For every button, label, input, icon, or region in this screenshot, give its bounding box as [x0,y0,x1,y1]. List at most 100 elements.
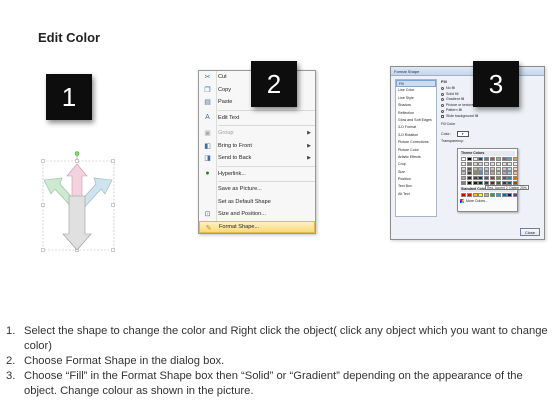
nav-item[interactable]: Size [396,169,436,176]
theme-color-swatch[interactable] [513,161,519,166]
menu-item-group[interactable]: ▣ Group ▶ [199,127,315,140]
standard-color-swatch[interactable] [461,192,466,197]
menu-item-label: Save as Picture... [218,186,262,193]
instruction-item: 1. Select the shape to change the color … [6,324,554,354]
nav-item[interactable]: Alt Text [396,191,436,198]
nav-item[interactable]: 3-D Format [396,124,436,131]
standard-color-swatch[interactable] [484,192,490,197]
nav-item[interactable]: Artistic Effects [396,154,436,161]
theme-color-swatch[interactable] [513,166,519,171]
nav-item[interactable]: Crop [396,161,436,168]
more-colors-item[interactable]: More Colors... [460,199,515,204]
nav-item[interactable]: Text Box [396,183,436,190]
theme-color-swatch[interactable] [501,161,507,166]
theme-color-swatch[interactable] [461,157,466,161]
theme-color-swatch[interactable] [472,171,478,176]
theme-color-swatch[interactable] [484,166,490,171]
theme-color-swatch[interactable] [484,171,490,176]
theme-color-swatch[interactable] [478,157,484,161]
theme-color-swatch[interactable] [484,157,490,161]
theme-color-swatch[interactable] [461,161,466,166]
nav-item[interactable]: Picture Color [396,147,436,154]
theme-color-swatch[interactable] [466,176,472,181]
nav-item[interactable]: 3-D Rotation [396,132,436,139]
menu-item-send-to-back[interactable]: ◨ Send to Back ▶ [199,152,315,165]
standard-color-swatch[interactable] [489,192,495,197]
theme-color-swatch[interactable] [489,157,495,161]
nav-item-fill[interactable]: Fill [396,80,436,88]
theme-color-swatch[interactable] [513,176,519,181]
theme-color-swatch[interactable] [461,171,466,176]
nav-item[interactable]: Glow and Soft Edges [396,117,436,124]
theme-color-swatch[interactable] [466,161,472,166]
theme-color-swatch[interactable] [507,157,513,161]
theme-color-swatch[interactable] [478,161,484,166]
theme-color-swatch[interactable] [461,166,466,171]
theme-color-swatch[interactable] [472,180,478,185]
theme-color-swatch[interactable] [484,161,490,166]
theme-color-swatch[interactable] [489,166,495,171]
standard-color-swatch[interactable] [466,192,472,197]
theme-color-swatch[interactable] [501,176,507,181]
theme-color-swatch[interactable] [466,166,472,171]
theme-color-swatch[interactable] [489,176,495,181]
theme-color-swatch[interactable] [501,157,507,161]
menu-item-edit-text[interactable]: A Edit Text [199,112,315,125]
menu-item-hyperlink[interactable]: ● Hyperlink... [199,168,315,181]
standard-color-swatch[interactable] [495,192,501,197]
arrow-shape[interactable] [40,150,120,260]
nav-item[interactable]: Position [396,176,436,183]
fill-color-label: Fill Color [441,121,456,126]
nav-item[interactable]: Picture Corrections [396,139,436,146]
standard-color-swatch[interactable] [501,192,507,197]
theme-color-swatch[interactable] [507,171,513,176]
standard-color-swatch[interactable] [478,192,484,197]
theme-color-swatch[interactable] [478,176,484,181]
step-badge-3: 3 [473,61,519,107]
color-dropdown-button[interactable]: ▾ [456,130,469,137]
standard-color-swatch[interactable] [513,192,519,197]
theme-color-swatch[interactable] [513,157,519,161]
theme-color-swatch[interactable] [461,176,466,181]
menu-item-set-default-shape[interactable]: Set as Default Shape [199,196,315,209]
theme-color-swatch[interactable] [478,171,484,176]
theme-color-swatch[interactable] [513,171,519,176]
nav-item[interactable]: Reflection [396,110,436,117]
theme-color-swatch[interactable] [466,157,472,161]
theme-color-swatch[interactable] [495,171,501,176]
nav-item[interactable]: Shadow [396,102,436,109]
fill-option-slide-bg[interactable]: Slide background fill [441,114,540,120]
theme-color-swatch[interactable] [495,157,501,161]
theme-color-swatch[interactable] [472,176,478,181]
standard-color-swatch[interactable] [507,192,513,197]
theme-color-swatch[interactable] [484,176,490,181]
theme-color-swatch[interactable] [489,171,495,176]
color-picker-row: Color: ▾ [441,130,540,137]
theme-color-swatch[interactable] [478,180,484,185]
theme-color-swatch[interactable] [501,166,507,171]
theme-color-swatch[interactable] [478,166,484,171]
nav-item[interactable]: Line Color [396,87,436,94]
menu-item-bring-to-front[interactable]: ◧ Bring to Front ▶ [199,140,315,153]
theme-color-swatch[interactable] [489,161,495,166]
nav-item[interactable]: Line Style [396,95,436,102]
menu-item-save-as-picture[interactable]: Save as Picture... [199,183,315,196]
theme-color-swatch[interactable] [495,161,501,166]
theme-color-swatch[interactable] [495,166,501,171]
theme-color-swatch[interactable] [472,161,478,166]
close-button[interactable]: Close [520,228,540,236]
theme-color-swatch[interactable] [461,180,466,185]
more-colors-label: More Colors... [466,198,488,203]
theme-color-swatch[interactable] [466,171,472,176]
theme-color-swatch[interactable] [507,166,513,171]
theme-color-swatch[interactable] [495,176,501,181]
standard-color-swatch[interactable] [472,192,478,197]
menu-item-size-position[interactable]: ⊡ Size and Position... [199,208,315,221]
theme-color-swatch[interactable] [472,166,478,171]
theme-color-swatch[interactable] [472,157,478,161]
theme-color-swatch[interactable] [507,161,513,166]
theme-color-swatch[interactable] [501,171,507,176]
theme-color-swatch[interactable] [466,180,472,185]
theme-color-swatch[interactable] [507,176,513,181]
menu-item-format-shape[interactable]: ✎ Format Shape... [199,220,315,233]
